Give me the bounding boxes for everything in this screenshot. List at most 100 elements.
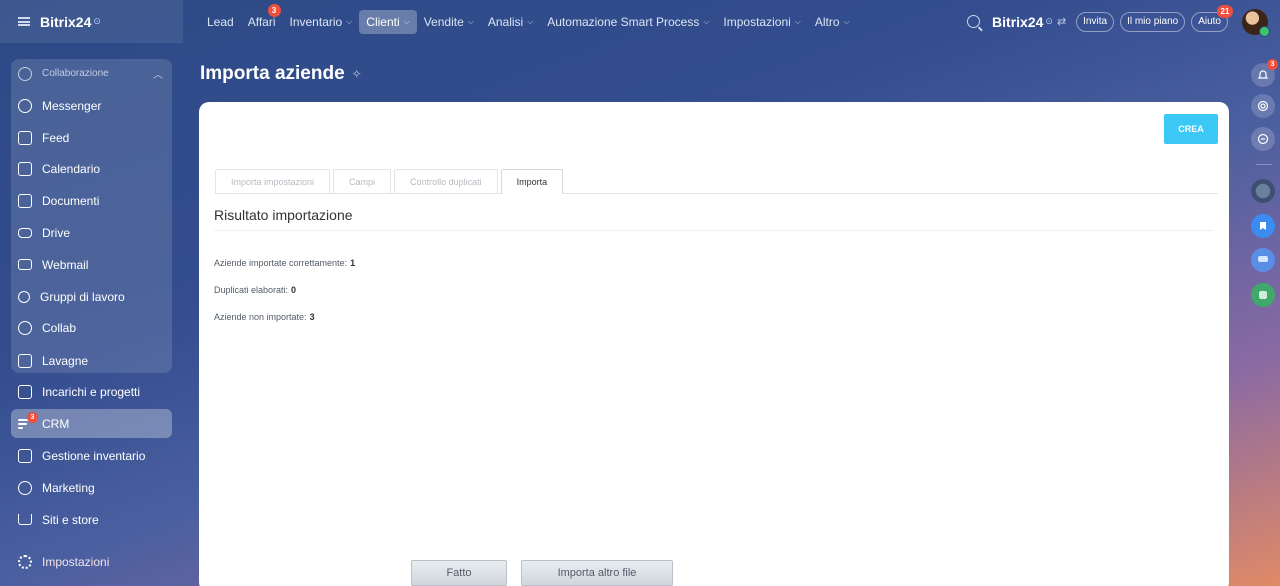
nav-label: Inventario bbox=[289, 14, 343, 29]
cart-icon bbox=[18, 514, 32, 525]
menu-icon[interactable] bbox=[18, 17, 30, 26]
stat-duplicates: Duplicati elaborati: 0 bbox=[214, 285, 296, 295]
nav-label: Impostazioni bbox=[723, 14, 791, 29]
done-button[interactable]: Fatto bbox=[411, 560, 507, 586]
tab-import[interactable]: Importa bbox=[500, 169, 564, 194]
sidebar-group-label: Collaborazione bbox=[42, 68, 109, 79]
pin-icon[interactable]: ✧ bbox=[352, 67, 362, 81]
groups-icon bbox=[18, 290, 30, 303]
avatar[interactable] bbox=[1242, 8, 1270, 37]
sidebar-item-feed[interactable]: Feed bbox=[11, 123, 172, 152]
inventory-icon bbox=[18, 448, 32, 463]
top-bar: Bitrix24 ⊙ Lead Affari 3 Inventario ⌵ Clie… bbox=[0, 0, 1280, 43]
chevron-up-icon: ︿ bbox=[153, 70, 163, 81]
chevron-down-icon: ⌵ bbox=[703, 16, 710, 26]
nav-analisi[interactable]: Analisi ⌵ bbox=[481, 10, 540, 34]
stat-label: Aziende non importate: bbox=[214, 312, 307, 322]
section-title: Risultato importazione bbox=[214, 207, 353, 223]
nav-inventario[interactable]: Inventario ⌵ bbox=[283, 10, 360, 34]
sidebar-item-impostazioni[interactable]: Impostazioni bbox=[11, 547, 172, 576]
nav-label: Analisi bbox=[487, 14, 524, 29]
chat-search-button[interactable] bbox=[1251, 127, 1275, 151]
sidebar-item-marketing[interactable]: Marketing bbox=[11, 473, 172, 502]
invite-button[interactable]: Invita bbox=[1076, 11, 1115, 32]
chat-search-icon bbox=[1257, 133, 1269, 145]
my-plan-button[interactable]: Il mio piano bbox=[1120, 11, 1186, 32]
settings-icon bbox=[18, 554, 32, 569]
help-badge: 21 bbox=[1217, 4, 1233, 18]
brand-area: Bitrix24 ⊙ bbox=[0, 0, 183, 43]
sidebar-group-header[interactable]: Collaborazione ︿ bbox=[11, 59, 172, 88]
sidebar-item-label: Gestione inventario bbox=[42, 448, 146, 463]
documents-icon bbox=[18, 193, 32, 208]
nav-label: Altro bbox=[814, 14, 840, 29]
main-nav: Lead Affari 3 Inventario ⌵ Clienti ⌵ Vendit… bbox=[200, 0, 857, 43]
sidebar-item-label: Feed bbox=[42, 130, 70, 145]
stat-imported: Aziende importate correttamente: 1 bbox=[214, 258, 355, 268]
sidebar-item-label: Calendario bbox=[42, 161, 101, 176]
sidebar-item-label: Collab bbox=[42, 320, 77, 335]
portal-clock-icon: ⊙ bbox=[1045, 16, 1053, 26]
tab-import-settings[interactable]: Importa impostazioni bbox=[215, 169, 331, 193]
sidebar-item-crm[interactable]: 3 CRM bbox=[11, 409, 172, 438]
drive-icon bbox=[18, 227, 32, 238]
sidebar-item-collab[interactable]: Collab bbox=[11, 313, 172, 342]
nav-impostazioni[interactable]: Impostazioni ⌵ bbox=[716, 10, 807, 34]
sidebar-item-gruppi[interactable]: Gruppi di lavoro bbox=[11, 282, 172, 311]
sidebar-item-incarichi[interactable]: Incarichi e progetti bbox=[11, 377, 172, 406]
sidebar-item-label: Impostazioni bbox=[42, 554, 110, 569]
messenger-icon bbox=[18, 98, 32, 113]
nav-altro[interactable]: Altro ⌵ bbox=[808, 10, 857, 34]
sidebar-item-label: CRM bbox=[42, 416, 70, 431]
chevron-down-icon: ⌵ bbox=[403, 16, 410, 26]
sidebar-item-label: Messenger bbox=[42, 98, 102, 113]
stat-value: 1 bbox=[350, 258, 356, 268]
mail-icon bbox=[18, 259, 32, 270]
stat-value: 0 bbox=[291, 285, 297, 295]
help-button[interactable]: Aiuto 21 bbox=[1191, 4, 1233, 32]
feed-icon bbox=[18, 130, 32, 145]
sidebar-item-label: Lavagne bbox=[42, 353, 89, 368]
import-steps-tabs: Importa impostazioni Campi Controllo dup… bbox=[215, 169, 1218, 194]
right-rail: 3 bbox=[1248, 43, 1280, 586]
sidebar-item-drive[interactable]: Drive bbox=[11, 218, 172, 247]
portal-brand[interactable]: Bitrix24 bbox=[992, 14, 1043, 30]
sync-icon[interactable]: ⇄ bbox=[1057, 15, 1066, 28]
sidebar-item-lavagne[interactable]: Lavagne bbox=[11, 346, 172, 375]
notifications-badge: 3 bbox=[1267, 59, 1278, 70]
search-icon[interactable] bbox=[967, 15, 981, 28]
sidebar-item-inventario[interactable]: Gestione inventario bbox=[11, 441, 172, 470]
brand-clock-icon: ⊙ bbox=[93, 16, 101, 26]
sidebar-item-calendario[interactable]: Calendario bbox=[11, 154, 172, 183]
nav-label: Lead bbox=[207, 14, 234, 29]
create-button[interactable]: CREA bbox=[1164, 114, 1218, 144]
nav-affari[interactable]: Affari 3 bbox=[241, 3, 283, 34]
import-other-file-button[interactable]: Importa altro file bbox=[521, 560, 673, 586]
chevron-down-icon: ⌵ bbox=[527, 16, 534, 26]
bookmarks-button[interactable] bbox=[1251, 214, 1275, 238]
tasks-icon bbox=[18, 384, 32, 399]
nav-automazione[interactable]: Automazione Smart Process ⌵ bbox=[540, 10, 716, 34]
sidebar-item-webmail[interactable]: Webmail bbox=[11, 250, 172, 279]
sidebar-item-siti[interactable]: Siti e store bbox=[11, 505, 172, 534]
collab-icon bbox=[18, 320, 32, 335]
group-avatar[interactable] bbox=[1251, 179, 1275, 203]
chat-avatar[interactable] bbox=[1251, 248, 1275, 272]
tab-duplicate-control[interactable]: Controllo duplicati bbox=[394, 169, 498, 193]
brand-logo[interactable]: Bitrix24 bbox=[40, 14, 91, 30]
calendar-icon bbox=[18, 161, 32, 176]
stat-value: 3 bbox=[309, 312, 315, 322]
nav-vendite[interactable]: Vendite ⌵ bbox=[417, 10, 481, 34]
copilot-icon bbox=[1257, 100, 1269, 112]
copilot-button[interactable] bbox=[1251, 94, 1275, 118]
sidebar-item-messenger[interactable]: Messenger bbox=[11, 91, 172, 120]
tab-fields[interactable]: Campi bbox=[333, 169, 392, 193]
app-avatar[interactable] bbox=[1251, 283, 1275, 307]
notifications-button[interactable]: 3 bbox=[1251, 59, 1278, 87]
sidebar-item-label: Siti e store bbox=[42, 512, 99, 527]
bookmark-icon bbox=[1260, 222, 1266, 230]
nav-clienti[interactable]: Clienti ⌵ bbox=[359, 9, 417, 34]
nav-lead[interactable]: Lead bbox=[200, 10, 241, 34]
crm-badge: 3 bbox=[27, 412, 38, 423]
sidebar-item-documenti[interactable]: Documenti bbox=[11, 186, 172, 215]
